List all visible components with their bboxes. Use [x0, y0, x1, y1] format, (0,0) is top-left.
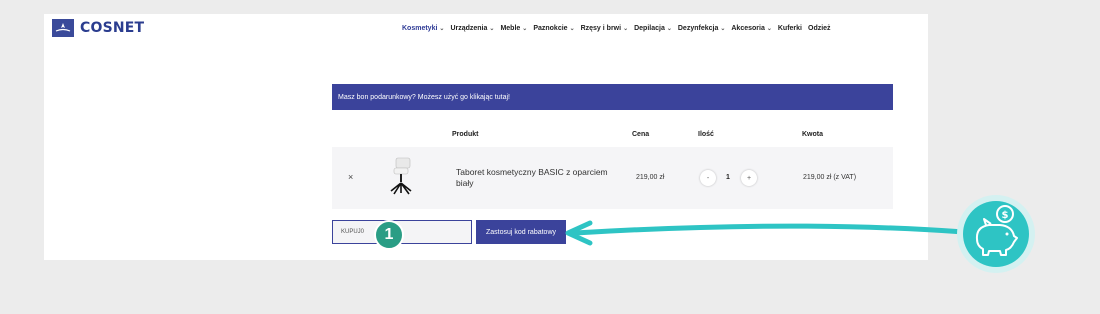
svg-text:$: $	[1002, 210, 1009, 221]
piggy-bank-icon: $	[956, 194, 1036, 274]
pointer-arrow-icon	[565, 220, 967, 246]
